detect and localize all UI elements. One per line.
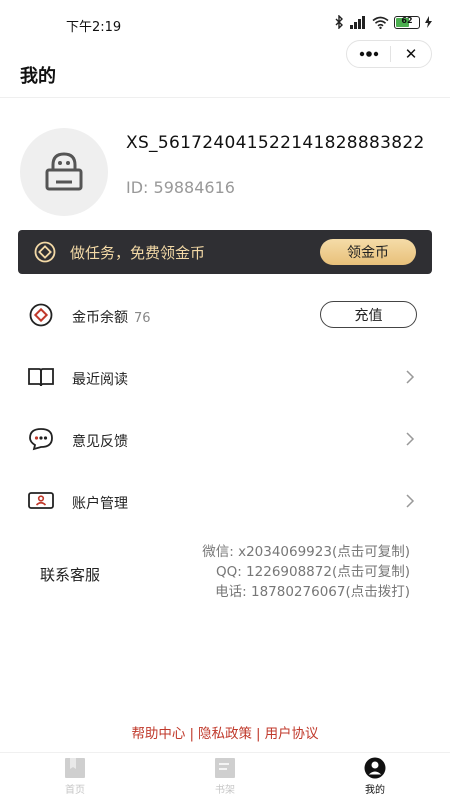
tab-home[interactable]: 首页 <box>35 757 115 800</box>
default-avatar-icon <box>45 152 83 191</box>
wifi-icon <box>372 16 389 29</box>
recharge-button[interactable]: 充值 <box>320 301 417 328</box>
more-button[interactable] <box>347 41 390 67</box>
claim-coins-button[interactable]: 领金币 <box>320 239 416 265</box>
coin-icon <box>34 241 56 263</box>
task-banner-text: 做任务，免费领金币 <box>70 243 206 262</box>
status-icons: 62 <box>335 14 432 30</box>
bluetooth-icon <box>335 15 343 29</box>
customer-service-title: 联系客服 <box>40 566 101 584</box>
menu-item-coins: 金币余额 76 充值 <box>0 295 450 335</box>
phone-contact[interactable]: 电话: 18780276067(点击拨打) <box>202 582 410 602</box>
close-icon: ✕ <box>404 45 418 63</box>
tab-mine[interactable]: 我的 <box>335 757 415 800</box>
chevron-right-icon <box>406 432 415 446</box>
menu-item-recent-reading[interactable]: 最近阅读 <box>0 357 450 397</box>
status-bar: 下午2:19 62 <box>0 0 450 40</box>
chevron-right-icon <box>406 494 415 508</box>
wechat-contact[interactable]: 微信: x2034069923(点击可复制) <box>202 542 410 562</box>
recent-reading-label: 最近阅读 <box>72 372 128 388</box>
link-separator: | <box>189 726 194 742</box>
coin-balance-title: 金币余额 <box>72 310 128 326</box>
tab-home-label: 首页 <box>65 785 85 796</box>
battery-text: 62 <box>401 15 413 25</box>
page-title: 我的 <box>20 66 56 87</box>
username: XS_561724041522141828883822 <box>126 133 425 153</box>
qq-contact[interactable]: QQ: 1226908872(点击可复制) <box>202 562 410 582</box>
more-dots-icon <box>359 51 378 57</box>
privacy-policy-link[interactable]: 隐私政策 <box>198 726 252 742</box>
footer-links: 帮助中心 | 隐私政策 | 用户协议 <box>0 722 450 742</box>
charging-icon <box>425 16 432 28</box>
task-banner[interactable]: 做任务，免费领金币 领金币 <box>18 230 432 274</box>
tab-bookshelf[interactable]: 书架 <box>185 757 265 800</box>
user-agreement-link[interactable]: 用户协议 <box>265 726 319 742</box>
home-icon <box>63 757 87 779</box>
battery-icon: 62 <box>394 15 420 29</box>
tab-mine-label: 我的 <box>365 785 385 796</box>
user-id: ID: 59884616 <box>126 178 235 197</box>
tab-bookshelf-label: 书架 <box>215 785 235 796</box>
book-icon <box>27 365 55 389</box>
capsule-menu: ✕ <box>346 40 432 68</box>
menu-item-feedback[interactable]: 意见反馈 <box>0 419 450 459</box>
feedback-label: 意见反馈 <box>72 434 128 450</box>
link-separator: | <box>256 726 261 742</box>
coin-balance-value: 76 <box>134 311 151 326</box>
profile-section: XS_561724041522141828883822 ID: 59884616 <box>0 98 450 218</box>
tab-bar: 首页 书架 我的 <box>0 752 450 800</box>
account-label: 账户管理 <box>72 496 128 512</box>
status-time: 下午2:19 <box>66 20 122 35</box>
close-button[interactable]: ✕ <box>391 41 431 67</box>
signal-icon <box>350 15 365 29</box>
coin-balance-label: 金币余额 76 <box>72 307 151 327</box>
menu-item-account[interactable]: 账户管理 <box>0 481 450 521</box>
feedback-icon <box>27 427 55 451</box>
customer-service-contacts: 微信: x2034069923(点击可复制) QQ: 1226908872(点击… <box>202 542 410 602</box>
chevron-right-icon <box>406 370 415 384</box>
account-card-icon <box>27 489 55 513</box>
bookshelf-icon <box>213 757 237 779</box>
avatar[interactable] <box>20 128 108 216</box>
coin-balance-icon <box>27 303 55 327</box>
user-profile-icon <box>363 757 387 779</box>
customer-service: 联系客服 微信: x2034069923(点击可复制) QQ: 12269088… <box>0 540 450 610</box>
help-center-link[interactable]: 帮助中心 <box>131 726 185 742</box>
